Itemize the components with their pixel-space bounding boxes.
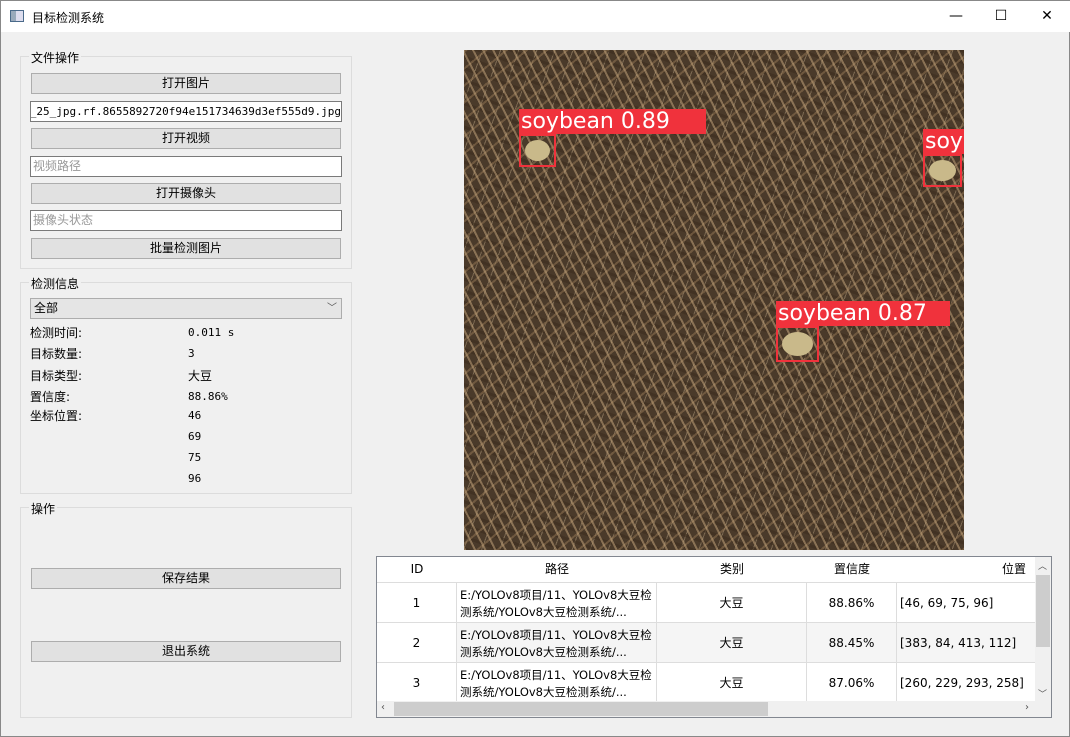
cell-confidence: 87.06% (807, 663, 897, 702)
pos-xmax: 75 (188, 451, 202, 464)
scroll-right-icon[interactable]: › (1025, 702, 1029, 713)
type-label: 目标类型: (30, 369, 83, 383)
open-image-button[interactable]: 打开图片 (31, 73, 341, 94)
camera-status-input[interactable]: 摄像头状态 (30, 210, 342, 231)
cell-position: [383, 84, 413, 112] (900, 635, 1017, 650)
conf-label: 置信度: (30, 390, 71, 404)
cell-path: E:/YOLOv8项目/11、YOLOv8大豆检测系统/YOLOv8大豆检测系统… (460, 667, 652, 699)
window-title: 目标检测系统 (32, 11, 105, 25)
group-label: 检测信息 (29, 275, 82, 292)
detection-box (776, 326, 819, 362)
type-value: 大豆 (188, 369, 213, 383)
exit-button[interactable]: 退出系统 (31, 641, 341, 662)
detection-label: soybean 0.89 (519, 109, 706, 134)
group-label: 文件操作 (29, 49, 82, 66)
results-table: ID 路径 类别 置信度 位置 1 E:/YOLOv8项目/11、YOLOv8大… (376, 556, 1052, 718)
detection-box (519, 134, 556, 167)
count-value: 3 (188, 347, 195, 360)
scroll-left-icon[interactable]: ‹ (381, 702, 385, 713)
detection-image: soybean 0.89 soy soybean 0.87 (464, 50, 964, 550)
minimize-button[interactable]: — (933, 1, 979, 32)
save-result-button[interactable]: 保存结果 (31, 568, 341, 589)
header-position[interactable]: 位置 (897, 557, 1036, 582)
ops-group: 操作 (20, 500, 352, 718)
header-id[interactable]: ID (377, 557, 457, 582)
group-label: 操作 (29, 500, 58, 517)
table-row[interactable]: 2 E:/YOLOv8项目/11、YOLOv8大豆检测系统/YOLOv8大豆检测… (377, 622, 1036, 662)
title-bar: 目标检测系统 — ☐ ✕ (1, 1, 1070, 32)
image-path-input[interactable]: e_28_25_jpg.rf.8655892720f94e151734639d3… (30, 101, 342, 122)
conf-value: 88.86% (188, 390, 228, 403)
cell-path: E:/YOLOv8项目/11、YOLOv8大豆检测系统/YOLOv8大豆检测系统… (460, 587, 652, 619)
cell-class: 大豆 (657, 583, 807, 622)
vertical-scrollbar[interactable]: ︿ ﹀ (1035, 557, 1051, 702)
header-path[interactable]: 路径 (457, 557, 657, 582)
target-filter-select[interactable]: 全部 ﹀ (30, 298, 342, 319)
horizontal-scrollbar[interactable]: ‹ › (377, 701, 1051, 717)
cell-class: 大豆 (657, 663, 807, 702)
count-label: 目标数量: (30, 347, 83, 361)
cell-position: [46, 69, 75, 96] (900, 595, 994, 610)
video-path-input[interactable]: 视频路径 (30, 156, 342, 177)
time-value: 0.011 s (188, 326, 235, 339)
chevron-down-icon: ﹀ (327, 303, 337, 314)
cell-id: 1 (377, 583, 457, 622)
batch-detect-button[interactable]: 批量检测图片 (31, 238, 341, 259)
cell-id: 3 (377, 663, 457, 702)
pos-label: 坐标位置: (30, 409, 83, 423)
cell-confidence: 88.45% (807, 623, 897, 662)
scroll-thumb[interactable] (394, 702, 768, 716)
detection-label: soy (923, 129, 964, 154)
cell-confidence: 88.86% (807, 583, 897, 622)
cell-path: E:/YOLOv8项目/11、YOLOv8大豆检测系统/YOLOv8大豆检测系统… (460, 627, 652, 659)
maximize-button[interactable]: ☐ (978, 1, 1024, 32)
table-row[interactable]: 1 E:/YOLOv8项目/11、YOLOv8大豆检测系统/YOLOv8大豆检测… (377, 582, 1036, 622)
selected-value: 全部 (34, 301, 59, 315)
cell-position: [260, 229, 293, 258] (900, 675, 1024, 690)
close-button[interactable]: ✕ (1024, 1, 1070, 32)
pos-ymax: 96 (188, 472, 202, 485)
scroll-down-icon[interactable]: ﹀ (1038, 687, 1047, 700)
scroll-thumb[interactable] (1036, 575, 1050, 647)
header-class[interactable]: 类别 (657, 557, 807, 582)
pos-ymin: 69 (188, 430, 202, 443)
pos-xmin: 46 (188, 409, 202, 422)
cell-id: 2 (377, 623, 457, 662)
time-label: 检测时间: (30, 326, 83, 340)
detection-box (923, 154, 962, 187)
cell-class: 大豆 (657, 623, 807, 662)
app-icon (10, 10, 24, 22)
open-video-button[interactable]: 打开视频 (31, 128, 341, 149)
table-row[interactable]: 3 E:/YOLOv8项目/11、YOLOv8大豆检测系统/YOLOv8大豆检测… (377, 662, 1036, 702)
scroll-up-icon[interactable]: ︿ (1038, 559, 1047, 572)
header-confidence[interactable]: 置信度 (807, 557, 897, 582)
open-camera-button[interactable]: 打开摄像头 (31, 183, 341, 204)
detection-label: soybean 0.87 (776, 301, 950, 326)
